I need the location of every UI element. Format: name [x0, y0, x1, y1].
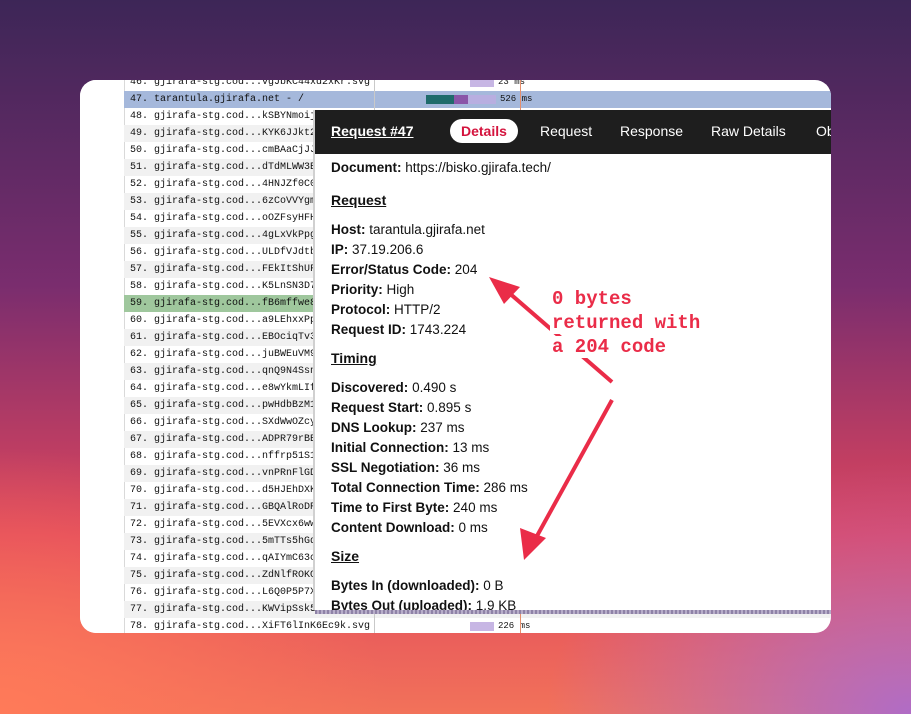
field-label: SSL Negotiation:	[331, 460, 440, 475]
column-divider	[374, 91, 375, 108]
detail-field: Protocol: HTTP/2	[331, 302, 441, 317]
annotation-line-2: returned with	[550, 312, 703, 334]
details-tabbar: Request #47 Details Request Response Raw…	[315, 110, 831, 154]
timing-label: 226 ms	[498, 621, 531, 631]
field-value: 1743.224	[409, 322, 467, 337]
document-line: Document: https://bisko.gjirafa.tech/	[331, 160, 551, 175]
timing-label: 526 ms	[500, 94, 533, 104]
table-row[interactable]: 46. gjirafa-stg.cod...vgJbKC44xd2xKr.svg…	[124, 80, 831, 91]
detail-field: Time to First Byte: 240 ms	[331, 500, 497, 515]
request-url: 78. gjirafa-stg.cod...XiFT6lInK6Ec9k.svg	[130, 621, 370, 632]
timing-heading: Timing	[331, 350, 377, 366]
field-label: Error/Status Code:	[331, 262, 452, 277]
field-value: 286 ms	[483, 480, 528, 495]
field-value: 237 ms	[420, 420, 465, 435]
annotation-callout: 0 bytes returned with a 204 code	[550, 287, 750, 359]
document-value: https://bisko.gjirafa.tech/	[405, 160, 551, 175]
field-value: 0 B	[483, 578, 504, 593]
detail-field: SSL Negotiation: 36 ms	[331, 460, 480, 475]
detail-field: Total Connection Time: 286 ms	[331, 480, 528, 495]
tab-raw-details[interactable]: Raw Details	[711, 123, 786, 139]
timing-bar	[470, 622, 494, 631]
field-label: Protocol:	[331, 302, 391, 317]
field-value: 13 ms	[452, 440, 490, 455]
timing-bar	[470, 80, 494, 87]
request-url: 46. gjirafa-stg.cod...vgJbKC44xd2xKr.svg	[130, 80, 370, 88]
request-details-panel: Request #47 Details Request Response Raw…	[315, 110, 831, 613]
column-divider	[374, 80, 375, 91]
detail-field: Priority: High	[331, 282, 414, 297]
field-value: 0.895 s	[427, 400, 472, 415]
tab-details[interactable]: Details	[450, 119, 518, 143]
field-label: IP:	[331, 242, 349, 257]
detail-field: Request ID: 1743.224	[331, 322, 466, 337]
field-label: Priority:	[331, 282, 383, 297]
detail-field: Request Start: 0.895 s	[331, 400, 471, 415]
field-value: 240 ms	[453, 500, 498, 515]
size-heading: Size	[331, 548, 360, 564]
field-label: Request ID:	[331, 322, 407, 337]
field-label: Host:	[331, 222, 366, 237]
document-label: Document:	[331, 160, 402, 175]
tab-response[interactable]: Response	[620, 123, 683, 139]
field-value: 37.19.206.6	[352, 242, 424, 257]
table-row[interactable]: 78. gjirafa-stg.cod...XiFT6lInK6Ec9k.svg…	[124, 618, 831, 633]
field-label: Discovered:	[331, 380, 409, 395]
panel-bottom-strip	[315, 610, 831, 614]
field-value: 204	[454, 262, 478, 277]
request-title[interactable]: Request #47	[331, 123, 413, 139]
field-label: Content Download:	[331, 520, 455, 535]
table-row[interactable]: 47. tarantula.gjirafa.net - / 526 ms	[124, 91, 831, 108]
field-label: Total Connection Time:	[331, 480, 480, 495]
field-label: Bytes In (downloaded):	[331, 578, 480, 593]
annotation-line-1: 0 bytes	[550, 288, 634, 310]
field-label: DNS Lookup:	[331, 420, 417, 435]
detail-field: Content Download: 0 ms	[331, 520, 488, 535]
field-label: Initial Connection:	[331, 440, 449, 455]
field-label: Time to First Byte:	[331, 500, 450, 515]
field-value: High	[386, 282, 415, 297]
detail-field: Initial Connection: 13 ms	[331, 440, 489, 455]
request-url: 47. tarantula.gjirafa.net - /	[130, 94, 305, 105]
detail-field: Bytes In (downloaded): 0 B	[331, 578, 504, 593]
field-value: 0 ms	[458, 520, 488, 535]
detail-field: DNS Lookup: 237 ms	[331, 420, 465, 435]
tab-other[interactable]: Ob	[816, 123, 831, 139]
field-label: Request Start:	[331, 400, 424, 415]
column-divider	[374, 618, 375, 633]
list-gutter	[80, 80, 125, 633]
detail-field: IP: 37.19.206.6	[331, 242, 423, 257]
field-value: 36 ms	[443, 460, 481, 475]
timing-bar	[426, 95, 496, 104]
request-heading: Request	[331, 192, 387, 208]
field-value: HTTP/2	[394, 302, 441, 317]
detail-field: Discovered: 0.490 s	[331, 380, 456, 395]
detail-field: Host: tarantula.gjirafa.net	[331, 222, 485, 237]
field-value: tarantula.gjirafa.net	[369, 222, 485, 237]
annotation-line-3: a 204 code	[550, 336, 669, 358]
tab-request[interactable]: Request	[540, 123, 592, 139]
detail-field: Error/Status Code: 204	[331, 262, 477, 277]
field-value: 0.490 s	[412, 380, 457, 395]
